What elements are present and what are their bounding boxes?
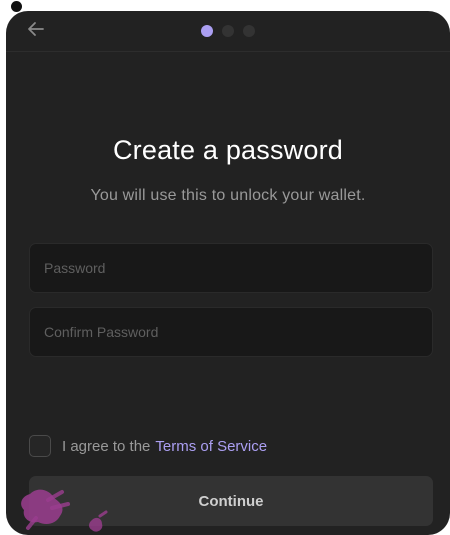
terms-of-service-link[interactable]: Terms of Service	[155, 438, 267, 455]
screenshot-stage: Create a password You will use this to u…	[0, 0, 450, 535]
confirm-password-input[interactable]	[29, 307, 433, 357]
page-title: Create a password	[112, 135, 343, 165]
terms-checkbox[interactable]	[29, 435, 51, 457]
password-input[interactable]	[29, 243, 433, 293]
create-password-panel: Create a password You will use this to u…	[6, 11, 450, 535]
step-indicator	[201, 25, 255, 37]
page-subtitle: You will use this to unlock your wallet.	[90, 187, 366, 204]
terms-agreement-label: I agree to the	[62, 437, 151, 455]
top-bar	[6, 11, 450, 52]
back-button[interactable]	[25, 18, 47, 40]
step-dot-2	[222, 25, 234, 37]
arrow-left-icon	[28, 22, 44, 36]
continue-button[interactable]: Continue	[29, 476, 433, 526]
step-dot-1	[201, 25, 213, 37]
step-dot-3	[243, 25, 255, 37]
terms-agreement-row: I agree to the Terms of Service	[29, 434, 267, 458]
